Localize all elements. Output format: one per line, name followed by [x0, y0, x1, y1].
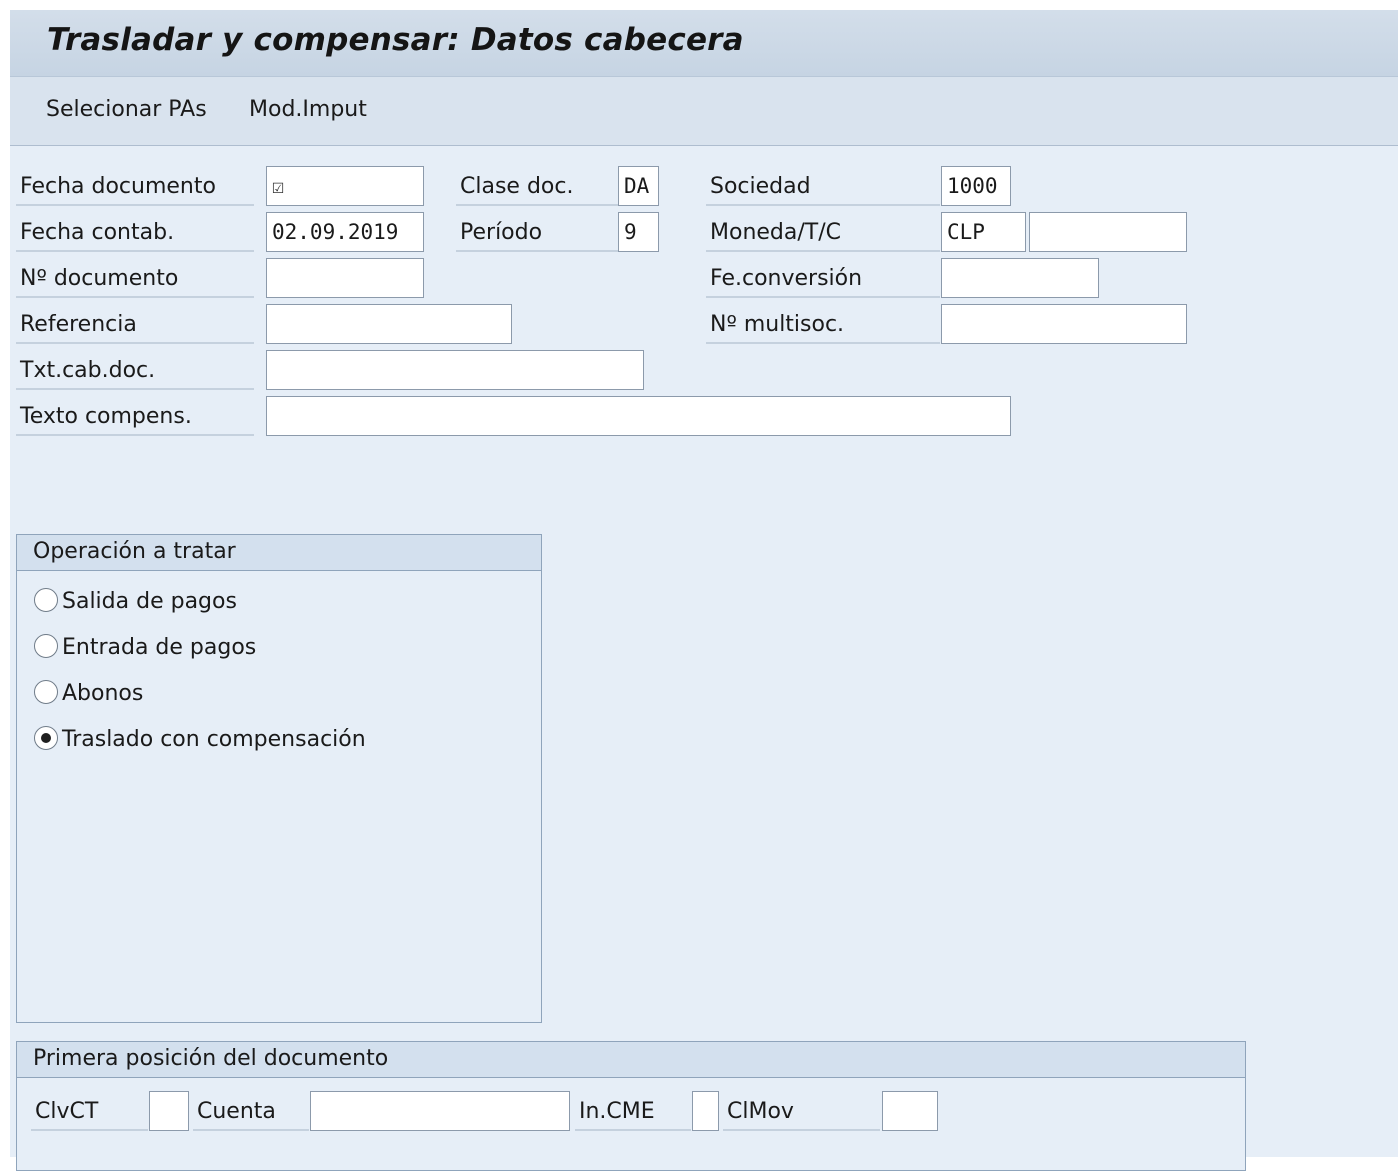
- cuenta-label: Cuenta: [193, 1093, 309, 1131]
- fecha-documento-label: Fecha documento: [16, 168, 254, 206]
- clmov-label: ClMov: [723, 1093, 880, 1131]
- sap-screen: Trasladar y compensar: Datos cabecera Se…: [10, 10, 1398, 1171]
- mod-imput-button[interactable]: Mod.Imput: [249, 97, 367, 122]
- referencia-field[interactable]: [266, 304, 512, 344]
- radio-button-icon: [34, 634, 58, 658]
- clmov-field[interactable]: [882, 1091, 938, 1131]
- in-cme-label: In.CME: [575, 1093, 691, 1131]
- primera-posicion-group: Primera posición del documento ClvCT Cue…: [16, 1041, 1246, 1171]
- title-bar: Trasladar y compensar: Datos cabecera: [10, 10, 1398, 77]
- clase-doc-field[interactable]: DA: [618, 166, 659, 206]
- select-items-button[interactable]: Selecionar PAs: [46, 97, 207, 122]
- moneda-field[interactable]: CLP: [941, 212, 1026, 252]
- operacion-group-title: Operación a tratar: [17, 535, 541, 571]
- txt-cab-doc-field[interactable]: [266, 350, 644, 390]
- radio-traslado-compensacion[interactable]: Traslado con compensación: [34, 723, 366, 757]
- clvct-label: ClvCT: [31, 1093, 148, 1131]
- txt-cab-doc-label: Txt.cab.doc.: [16, 352, 254, 390]
- no-multisoc-label: Nº multisoc.: [706, 306, 940, 344]
- no-documento-field[interactable]: [266, 258, 424, 298]
- sociedad-field[interactable]: 1000: [941, 166, 1011, 206]
- radio-button-icon: [34, 680, 58, 704]
- fecha-documento-field[interactable]: ☑: [266, 166, 424, 206]
- clvct-field[interactable]: [149, 1091, 189, 1131]
- cuenta-field[interactable]: [310, 1091, 570, 1131]
- no-multisoc-field[interactable]: [941, 304, 1187, 344]
- texto-compens-label: Texto compens.: [16, 398, 254, 436]
- in-cme-field[interactable]: [692, 1091, 719, 1131]
- clase-doc-label: Clase doc.: [456, 168, 618, 206]
- fe-conversion-label: Fe.conversión: [706, 260, 940, 298]
- radio-button-selected-icon: [34, 726, 58, 750]
- primera-posicion-title: Primera posición del documento: [17, 1042, 1245, 1078]
- operacion-group: Operación a tratar Salida de pagos Entra…: [16, 534, 542, 1023]
- tipo-cambio-field[interactable]: [1029, 212, 1187, 252]
- radio-button-icon: [34, 588, 58, 612]
- fe-conversion-field[interactable]: [941, 258, 1099, 298]
- periodo-label: Período: [456, 214, 618, 252]
- edit-check-icon: ☑: [272, 174, 285, 198]
- periodo-field[interactable]: 9: [618, 212, 659, 252]
- radio-abonos[interactable]: Abonos: [34, 677, 143, 711]
- radio-salida-pagos[interactable]: Salida de pagos: [34, 585, 237, 619]
- application-toolbar: Selecionar PAs Mod.Imput: [10, 77, 1398, 146]
- sociedad-label: Sociedad: [706, 168, 940, 206]
- texto-compens-field[interactable]: [266, 396, 1011, 436]
- page-title: Trasladar y compensar: Datos cabecera: [47, 22, 744, 58]
- moneda-label: Moneda/T/C: [706, 214, 940, 252]
- fecha-contab-label: Fecha contab.: [16, 214, 254, 252]
- referencia-label: Referencia: [16, 306, 254, 344]
- radio-entrada-pagos[interactable]: Entrada de pagos: [34, 631, 256, 665]
- fecha-contab-field[interactable]: 02.09.2019: [266, 212, 424, 252]
- no-documento-label: Nº documento: [16, 260, 254, 298]
